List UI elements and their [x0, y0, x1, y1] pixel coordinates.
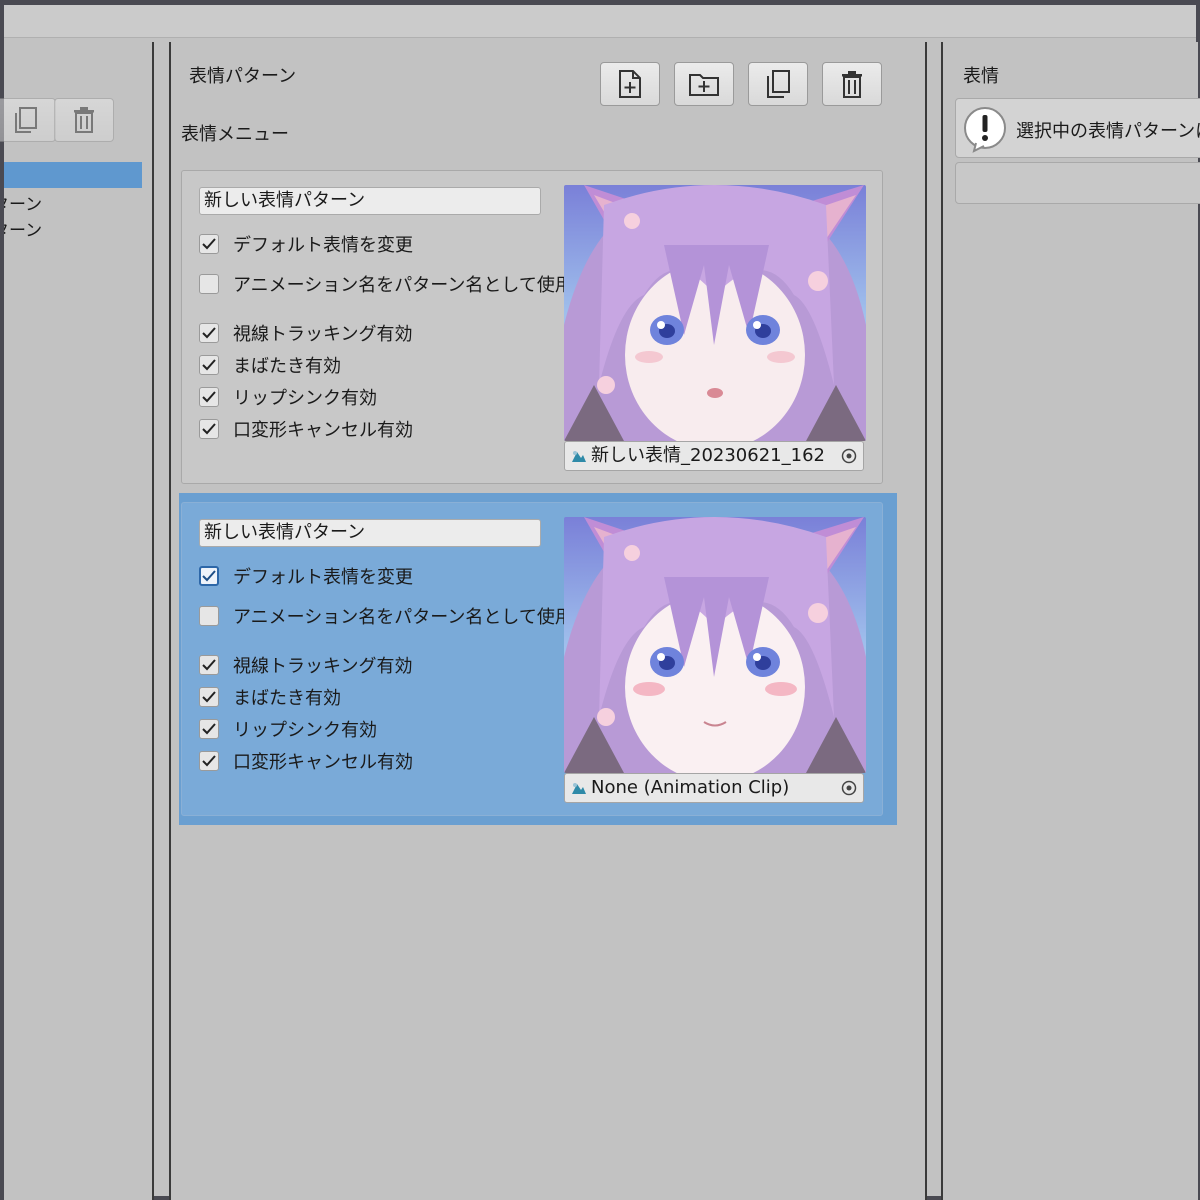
pattern-list-item-label: 新しい表情パターン	[4, 195, 43, 215]
duplicate-button[interactable]	[0, 98, 56, 142]
pattern-list-item-label: 新しい表情パターン	[4, 221, 43, 241]
panel-title: 表情	[963, 66, 999, 87]
checkmark-icon	[202, 359, 216, 371]
checkbox-label: アニメーション名をパターン名として使用	[233, 607, 573, 628]
expression-pattern-panel: 表情パターン 表情メニュー 新しい表情パターン デフォルト表情を変更 アニメーシ…	[169, 42, 927, 1200]
checkbox-row[interactable]: まばたき有効	[199, 684, 341, 710]
checkmark-icon	[202, 659, 216, 671]
checkbox-row[interactable]: 視線トラッキング有効	[199, 320, 412, 346]
checkbox-row[interactable]: 視線トラッキング有効	[199, 652, 412, 678]
animation-clip-icon	[572, 451, 586, 462]
avatar-face-illustration	[564, 517, 866, 773]
object-picker-icon[interactable]	[841, 448, 857, 464]
checkbox[interactable]	[199, 274, 219, 294]
checkbox-label: リップシンク有効	[233, 388, 377, 409]
checkbox-row[interactable]: アニメーション名をパターン名として使用	[199, 603, 573, 629]
checkbox[interactable]	[199, 387, 219, 407]
pattern-list-item[interactable]: 新しい表情パターン	[4, 216, 150, 241]
checkbox-label: 口変形キャンセル有効	[233, 420, 413, 441]
checkbox-label: リップシンク有効	[233, 720, 377, 741]
checkbox-row[interactable]: アニメーション名をパターン名として使用	[199, 271, 573, 297]
warning-notice: 選択中の表情パターンに	[955, 98, 1200, 158]
checkbox-label: デフォルト表情を変更	[233, 235, 413, 256]
checkbox[interactable]	[199, 323, 219, 343]
checkmark-icon	[202, 391, 216, 403]
checkmark-icon	[202, 691, 216, 703]
pattern-name-field[interactable]: 新しい表情パターン	[199, 519, 541, 547]
checkbox-label: 視線トラッキング有効	[233, 656, 413, 677]
delete-pattern-button[interactable]	[822, 62, 882, 106]
pattern-card[interactable]: 新しい表情パターン デフォルト表情を変更 アニメーション名をパターン名として使用…	[181, 170, 883, 484]
checkbox-label: 口変形キャンセル有効	[233, 752, 413, 773]
expression-preview-image	[564, 185, 866, 441]
checkbox[interactable]	[199, 234, 219, 254]
trash-icon	[842, 71, 862, 98]
delete-button[interactable]	[54, 98, 114, 142]
pattern-card-selected[interactable]: 新しい表情パターン デフォルト表情を変更 アニメーション名をパターン名として使用…	[181, 502, 883, 816]
checkbox-row[interactable]: まばたき有効	[199, 352, 341, 378]
add-folder-button[interactable]	[674, 62, 734, 106]
checkmark-icon	[202, 723, 216, 735]
checkbox-row[interactable]: リップシンク有効	[199, 384, 377, 410]
expression-field[interactable]	[955, 162, 1200, 204]
pattern-list-item[interactable]: 新しい表情パターン	[4, 190, 150, 215]
animation-clip-value: 新しい表情_20230621_162	[591, 445, 825, 466]
checkbox[interactable]	[199, 355, 219, 375]
animation-clip-icon	[572, 783, 586, 794]
checkbox-label: まばたき有効	[233, 356, 341, 377]
checkbox-label: まばたき有効	[233, 688, 341, 709]
top-toolbar	[4, 5, 1196, 38]
warning-text: 選択中の表情パターンに	[1016, 121, 1200, 142]
avatar-face-illustration	[564, 185, 866, 441]
checkmark-icon	[202, 570, 216, 582]
animation-clip-value: None (Animation Clip)	[591, 777, 790, 798]
checkbox[interactable]	[199, 751, 219, 771]
checkbox-row[interactable]: 口変形キャンセル有効	[199, 416, 413, 442]
checkbox[interactable]	[199, 687, 219, 707]
checkbox-focused[interactable]	[199, 566, 219, 586]
expression-panel: 表情 選択中の表情パターンに	[941, 42, 1200, 1200]
checkbox[interactable]	[199, 719, 219, 739]
checkbox-label: デフォルト表情を変更	[233, 567, 413, 588]
duplicate-pattern-button[interactable]	[748, 62, 808, 106]
new-file-icon	[619, 70, 641, 98]
checkbox-label: アニメーション名をパターン名として使用	[233, 275, 573, 296]
checkbox-label: 視線トラッキング有効	[233, 324, 413, 345]
pattern-list-panel: 新しい表情パターン 新しい表情パターン	[0, 42, 154, 1200]
checkmark-icon	[202, 423, 216, 435]
duplicate-icon	[15, 107, 37, 133]
add-pattern-button[interactable]	[600, 62, 660, 106]
checkbox[interactable]	[199, 655, 219, 675]
checkmark-icon	[202, 327, 216, 339]
expression-preview-image	[564, 517, 866, 773]
checkbox[interactable]	[199, 419, 219, 439]
panel-title: 表情パターン	[189, 66, 297, 87]
checkbox[interactable]	[199, 606, 219, 626]
checkbox-row[interactable]: リップシンク有効	[199, 716, 377, 742]
checkbox-row[interactable]: デフォルト表情を変更	[199, 563, 413, 589]
duplicate-icon	[767, 70, 790, 98]
object-picker-icon[interactable]	[841, 780, 857, 796]
warning-icon	[964, 107, 1006, 153]
new-folder-icon	[689, 74, 719, 96]
animation-clip-field[interactable]: None (Animation Clip)	[564, 773, 864, 803]
pattern-name-field[interactable]: 新しい表情パターン	[199, 187, 541, 215]
checkmark-icon	[202, 238, 216, 250]
checkmark-icon	[202, 755, 216, 767]
section-title: 表情メニュー	[181, 124, 289, 145]
pattern-list-selected-row[interactable]	[4, 162, 142, 188]
checkbox-row[interactable]: 口変形キャンセル有効	[199, 748, 413, 774]
trash-icon	[74, 107, 94, 133]
animation-clip-field[interactable]: 新しい表情_20230621_162	[564, 441, 864, 471]
checkbox-row[interactable]: デフォルト表情を変更	[199, 231, 413, 257]
